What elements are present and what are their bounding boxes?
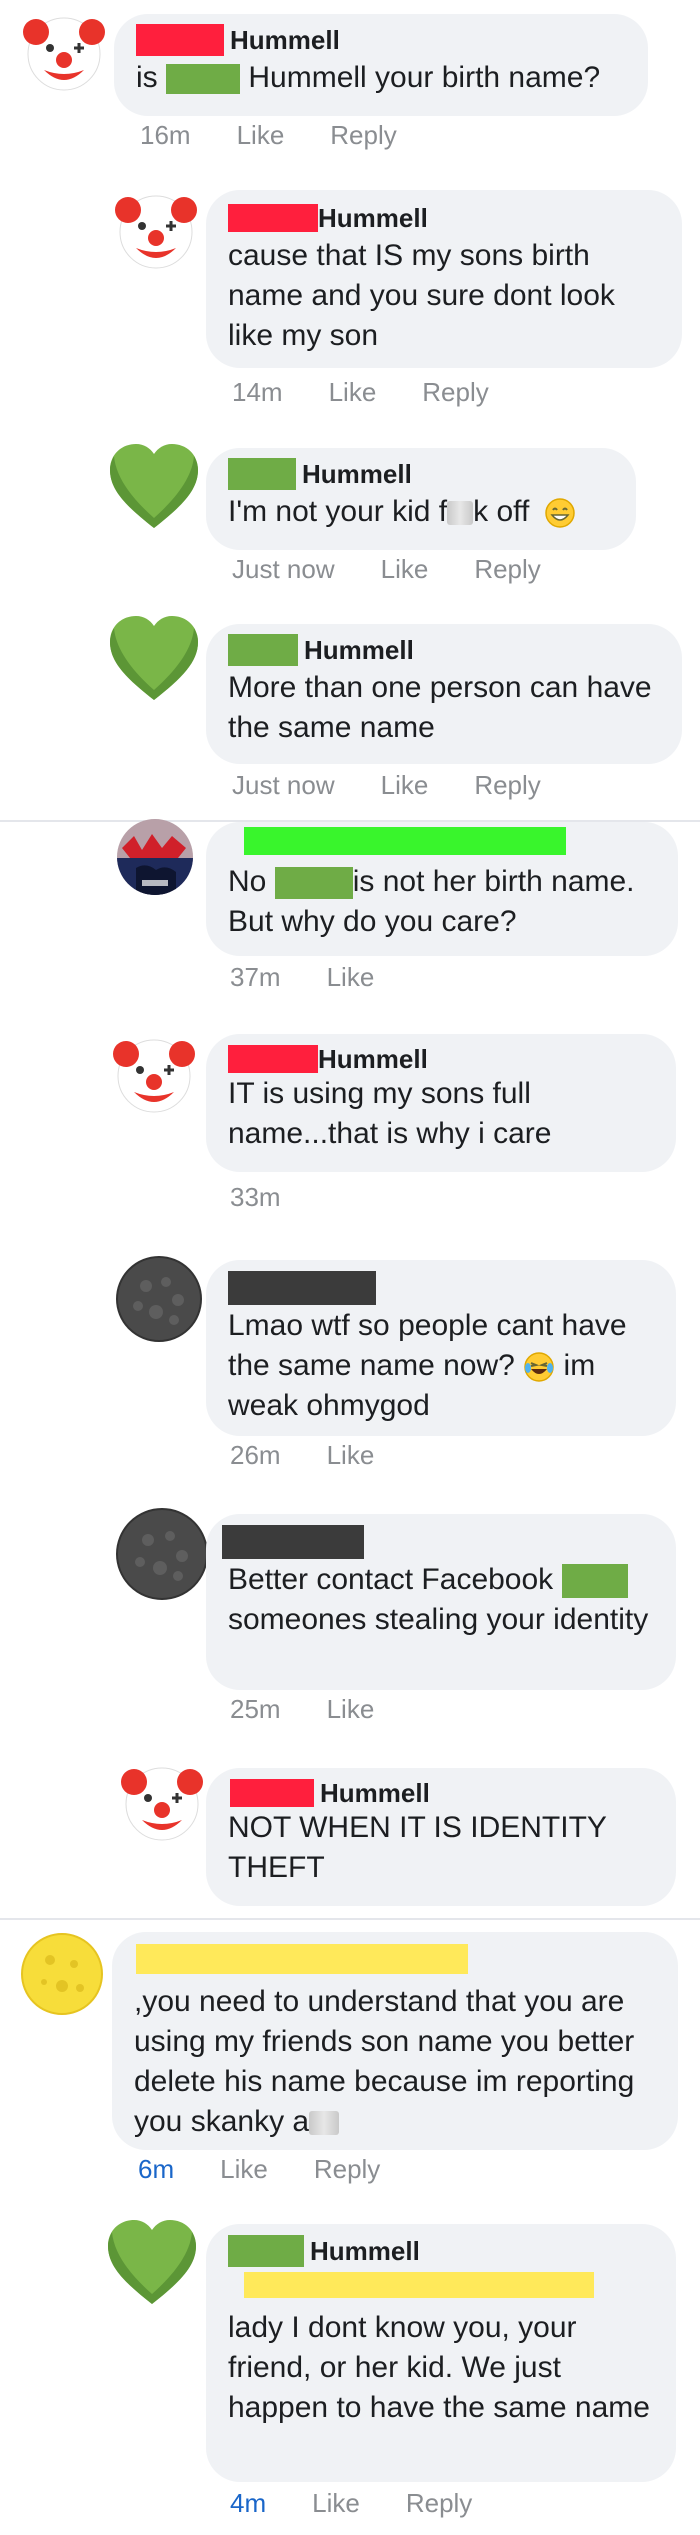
comment-bubble: No is not her birth name. But why do you…	[206, 822, 678, 956]
comment-text: NOT WHEN IT IS IDENTITY THEFT	[228, 1811, 607, 1884]
comment-text: IT is using my sons full name...that is …	[228, 1077, 552, 1150]
comment-text: k off	[473, 495, 530, 528]
redacted-name	[228, 204, 318, 232]
comment-text: No	[228, 865, 267, 898]
yellow-moon-avatar[interactable]	[20, 1932, 104, 2016]
comment-bubble: Hummell cause that IS my sons birth name…	[206, 190, 682, 368]
comment-text: More than one person can have the same n…	[228, 671, 652, 744]
like-button[interactable]: Like	[381, 770, 429, 801]
timestamp[interactable]: 6m	[138, 2154, 174, 2185]
commenter-name[interactable]: Hummell	[318, 1044, 428, 1075]
comment-text: someones stealing your identity	[228, 1603, 649, 1636]
divider	[0, 1918, 700, 1920]
timestamp[interactable]: 25m	[230, 1694, 281, 1725]
comment-bubble: Hummell I'm not your kid f k off	[206, 448, 636, 550]
laughing-crying-emoji-icon	[523, 1351, 555, 1383]
reply-button[interactable]: Reply	[406, 2488, 472, 2519]
comment-text: is not her birth name.	[352, 865, 635, 898]
comment-text: But why do you care?	[228, 905, 517, 938]
timestamp[interactable]: 14m	[232, 377, 283, 408]
redacted-name	[228, 1045, 318, 1073]
redacted-name	[228, 1271, 376, 1305]
comment-text: Better contact Facebook	[228, 1563, 554, 1596]
comment-bubble: Hummell More than one person can have th…	[206, 624, 682, 764]
redacted-name	[244, 827, 566, 855]
like-button[interactable]: Like	[381, 554, 429, 585]
grinning-emoji-icon	[544, 497, 576, 529]
reply-button[interactable]: Reply	[422, 377, 488, 408]
redacted-name	[228, 458, 296, 490]
comment-text: Hummell your birth name?	[248, 61, 601, 94]
comment-bubble: Lmao wtf so people cant have the same na…	[206, 1260, 676, 1436]
comment-text: cause that IS my sons birth name and you…	[228, 239, 615, 352]
redacted-name	[230, 1779, 314, 1807]
like-button[interactable]: Like	[327, 1440, 375, 1471]
clown-face-icon[interactable]	[108, 1030, 200, 1122]
reply-button[interactable]: Reply	[474, 770, 540, 801]
commenter-name[interactable]: Hummell	[320, 1778, 430, 1809]
clown-face-icon[interactable]	[18, 8, 110, 100]
redacted-name	[274, 867, 353, 900]
censored-text	[309, 2111, 340, 2136]
profile-photo-avatar[interactable]	[116, 818, 194, 896]
dark-gray-avatar[interactable]	[116, 1256, 202, 1342]
redacted-name	[561, 1564, 628, 1599]
reply-button[interactable]: Reply	[314, 2154, 380, 2185]
comment-bubble: ,you need to understand that you are usi…	[112, 1932, 678, 2150]
commenter-name[interactable]: Hummell	[310, 2236, 420, 2267]
censored-text	[447, 501, 474, 526]
commenter-name[interactable]: Hummell	[304, 635, 414, 666]
comment-text: I'm not your kid f	[228, 495, 448, 528]
redacted-name	[136, 24, 224, 56]
comment-text: lady I dont know you, your friend, or he…	[228, 2311, 650, 2424]
comment-bubble: Hummell IT is using my sons full name...…	[206, 1034, 676, 1172]
green-heart-icon[interactable]	[106, 612, 198, 704]
like-button[interactable]: Like	[312, 2488, 360, 2519]
timestamp[interactable]: Just now	[232, 554, 335, 585]
timestamp[interactable]: 26m	[230, 1440, 281, 1471]
timestamp[interactable]: 37m	[230, 962, 281, 993]
clown-face-icon[interactable]	[116, 1758, 208, 1850]
redacted-name	[222, 1525, 364, 1559]
like-button[interactable]: Like	[237, 120, 285, 151]
comment-text: is	[136, 61, 158, 94]
timestamp[interactable]: 33m	[230, 1182, 281, 1213]
timestamp[interactable]: 16m	[140, 120, 191, 151]
timestamp[interactable]: 4m	[230, 2488, 266, 2519]
like-button[interactable]: Like	[220, 2154, 268, 2185]
comment-bubble: Hummell NOT WHEN IT IS IDENTITY THEFT	[206, 1768, 676, 1906]
timestamp[interactable]: Just now	[232, 770, 335, 801]
redacted-name	[136, 1944, 468, 1974]
like-button[interactable]: Like	[329, 377, 377, 408]
redacted-name	[228, 634, 298, 666]
reply-button[interactable]: Reply	[474, 554, 540, 585]
dark-gray-avatar[interactable]	[116, 1508, 208, 1600]
redacted-name	[244, 2272, 594, 2298]
redacted-name	[166, 64, 241, 95]
redacted-name	[228, 2235, 304, 2267]
comment-bubble: Hummell is Hummell your birth name?	[114, 14, 648, 116]
green-heart-icon[interactable]	[104, 2216, 196, 2308]
comment-bubble: Hummell lady I dont know you, your frien…	[206, 2224, 676, 2482]
comment-bubble: Better contact Facebook someones stealin…	[206, 1514, 676, 1690]
reply-button[interactable]: Reply	[330, 120, 396, 151]
clown-face-icon[interactable]	[110, 186, 202, 278]
green-heart-icon[interactable]	[106, 440, 198, 532]
commenter-name[interactable]: Hummell	[318, 203, 428, 234]
commenter-name[interactable]: Hummell	[302, 459, 412, 490]
like-button[interactable]: Like	[327, 962, 375, 993]
commenter-name[interactable]: Hummell	[230, 25, 340, 56]
comment-text: ,you need to understand that you are usi…	[134, 1985, 635, 2138]
like-button[interactable]: Like	[327, 1694, 375, 1725]
